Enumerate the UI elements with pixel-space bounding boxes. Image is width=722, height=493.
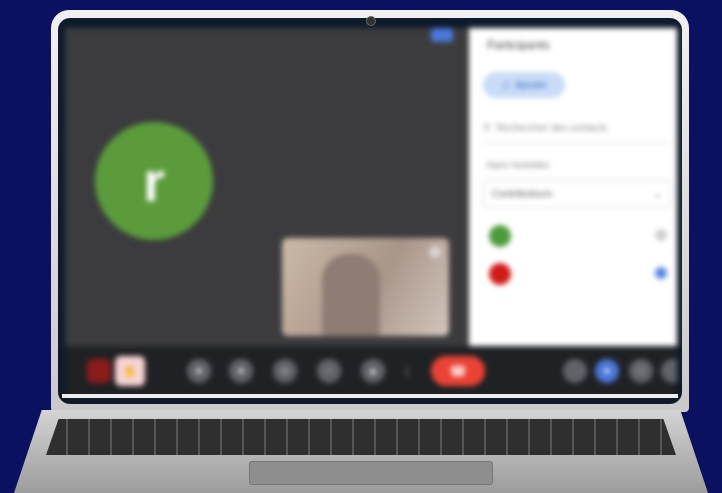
self-video-person <box>322 254 380 336</box>
people-button[interactable]: ● <box>595 359 619 383</box>
video-area: r <box>65 28 465 346</box>
role-select-value: Contributeurs <box>492 188 553 200</box>
participant-avatar: r <box>95 122 213 240</box>
participant-avatar-dot <box>489 263 511 285</box>
hand-raise-button[interactable]: ✋ <box>115 356 145 386</box>
trackpad <box>249 461 493 485</box>
mic-button[interactable]: ● <box>229 359 253 383</box>
activities-button[interactable] <box>661 359 677 383</box>
captions-button[interactable]: ▫ <box>317 359 341 383</box>
camera-button[interactable]: ● <box>187 359 211 383</box>
keyboard <box>46 419 676 455</box>
chevron-down-icon: ⌄ <box>653 188 662 200</box>
participants-panel: Participants ☺ Ajouter ⚲ Rechercher des … <box>469 28 677 346</box>
chat-button[interactable]: □ <box>629 359 653 383</box>
webcam-icon <box>366 16 376 26</box>
self-video-tile[interactable] <box>282 238 449 336</box>
add-person-icon: ☺ <box>501 79 512 91</box>
control-bar: ✋ ● ● ☺ ▫ ▲ ⋮ ☎ ● □ <box>65 346 677 396</box>
add-participant-button[interactable]: ☺ Ajouter <box>483 72 565 98</box>
participant-row[interactable] <box>489 221 675 251</box>
emoji-button[interactable]: ☺ <box>273 359 297 383</box>
add-button-label: Ajouter <box>515 79 547 91</box>
participant-avatar-dot <box>489 225 511 247</box>
search-placeholder: Rechercher des contacts <box>496 122 607 134</box>
stop-share-button[interactable] <box>87 359 111 383</box>
screen-edge <box>62 394 678 398</box>
role-select[interactable]: Contributeurs ⌄ <box>483 180 671 208</box>
end-call-button[interactable]: ☎ <box>431 356 485 386</box>
participant-row[interactable] <box>489 259 675 289</box>
more-options-icon[interactable]: ⋮ <box>401 359 413 383</box>
status-badge <box>431 28 453 42</box>
meeting-screen: r Participants ☺ Ajouter ⚲ Rechercher de… <box>65 28 677 396</box>
section-label: Dans l'entretien <box>487 160 550 170</box>
search-input[interactable]: ⚲ Rechercher des contacts <box>483 114 673 143</box>
present-button[interactable]: ▲ <box>361 359 385 383</box>
participant-action-icon[interactable] <box>655 229 667 241</box>
panel-title: Participants <box>487 38 550 52</box>
tile-menu-icon[interactable] <box>429 246 441 258</box>
participant-action-icon[interactable] <box>655 267 667 279</box>
info-button[interactable] <box>563 359 587 383</box>
search-icon: ⚲ <box>483 122 491 134</box>
